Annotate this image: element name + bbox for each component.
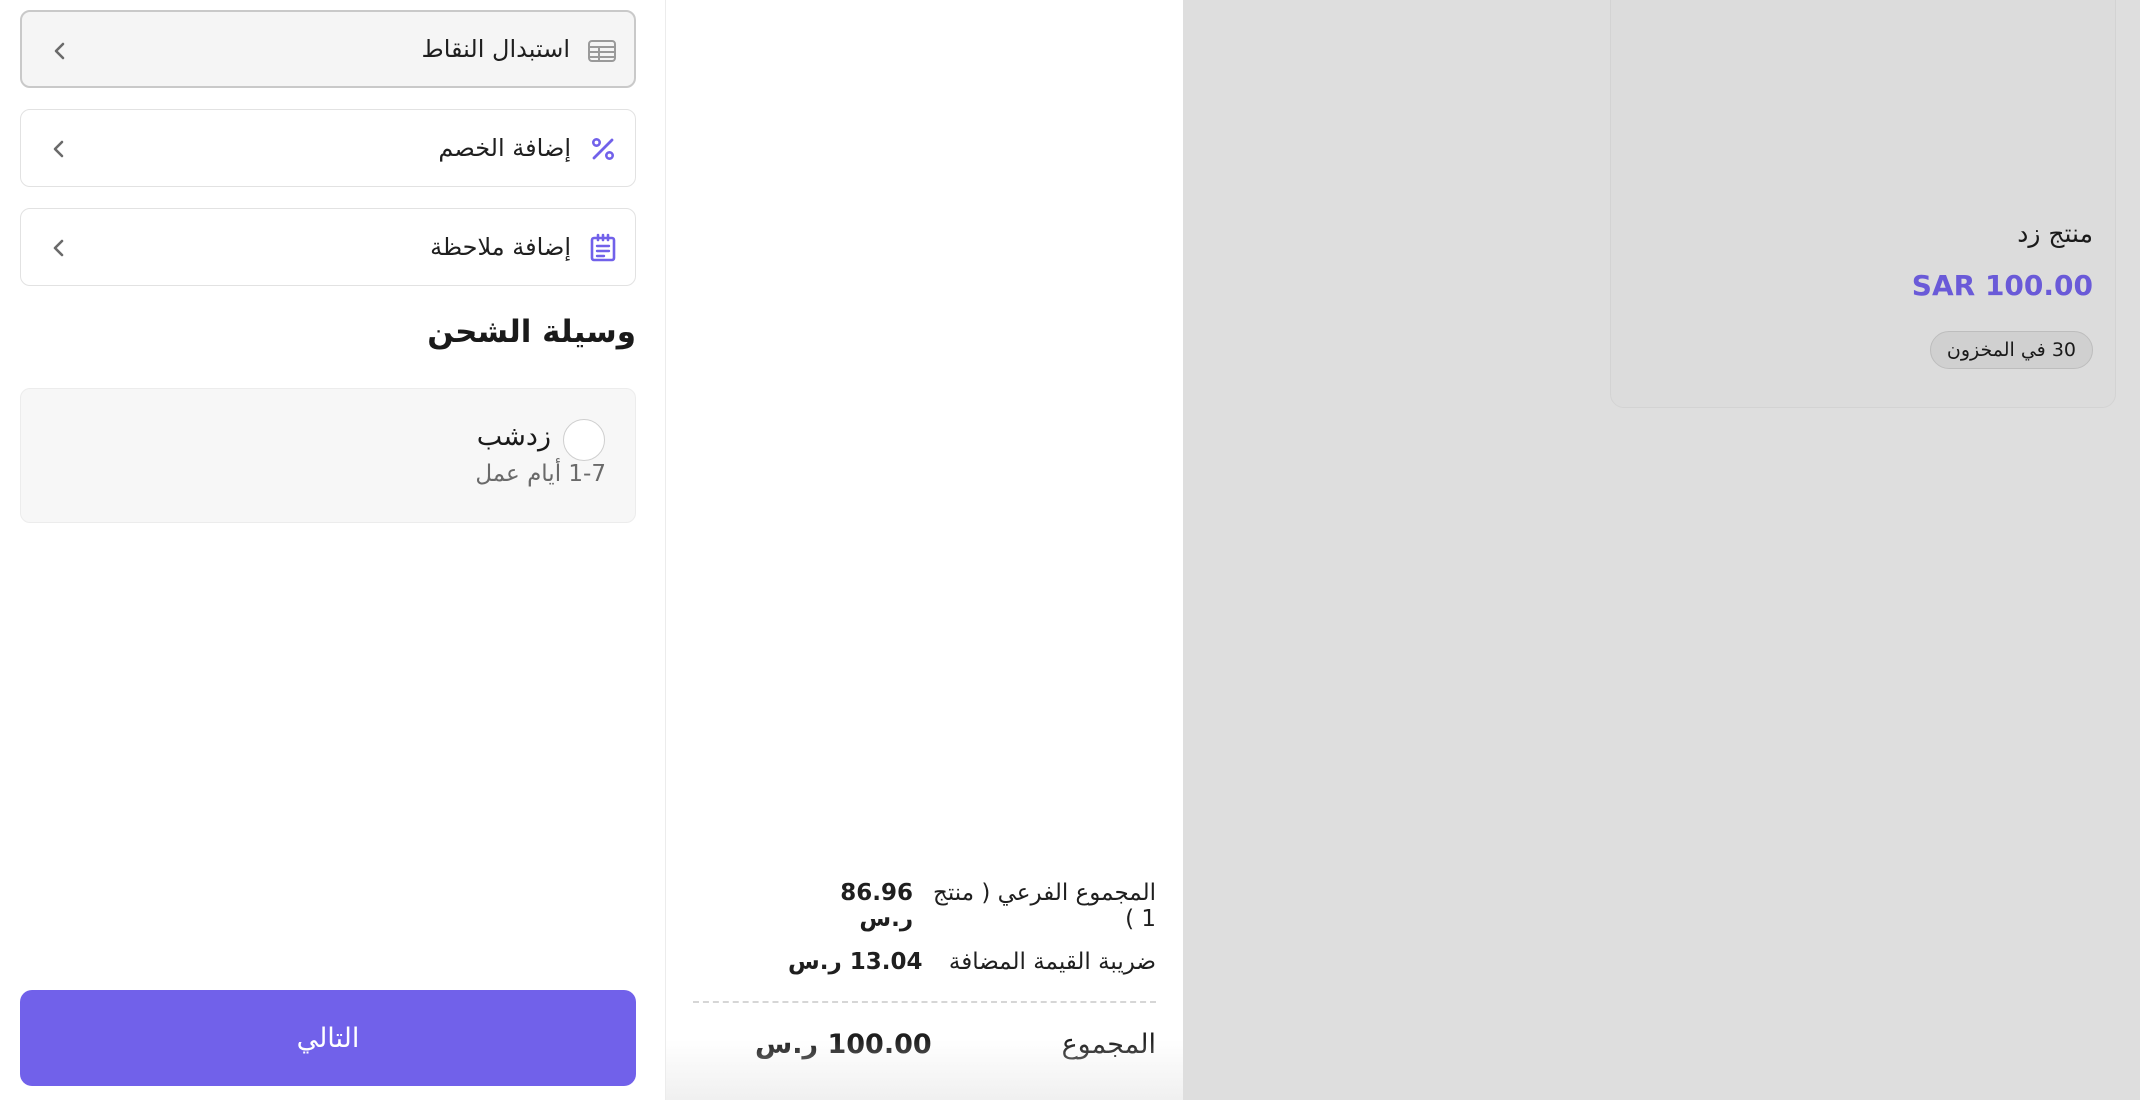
shipping-method-title: وسيلة الشحن — [427, 314, 636, 350]
note-icon — [587, 232, 619, 264]
product-grid-area: منتج زد SAR 100.00 30 في المخزون — [1183, 0, 2140, 1100]
next-button[interactable]: التالي — [20, 990, 636, 1086]
shipping-method-name: زدشب — [476, 421, 551, 452]
points-table-icon — [586, 35, 618, 67]
product-name: منتج زد — [2017, 219, 2093, 248]
shipping-option-card[interactable]: زدشب 1-7 أيام عمل — [20, 388, 636, 523]
product-price: SAR 100.00 — [1911, 269, 2093, 302]
redeem-points-label: استبدال النقاط — [421, 35, 570, 63]
add-discount-row[interactable]: إضافة الخصم — [20, 109, 636, 187]
bottom-shadow — [666, 1040, 1183, 1100]
stock-badge: 30 في المخزون — [1929, 331, 2093, 369]
vat-row: ضريبة القيمة المضافة 13.04 ر.س — [693, 942, 1156, 982]
chevron-left-icon — [46, 37, 74, 65]
checkout-options-panel: استبدال النقاط إضافة الخصم إضافة ملاحظة … — [0, 0, 665, 1100]
redeem-points-row[interactable]: استبدال النقاط — [20, 10, 636, 88]
add-discount-label: إضافة الخصم — [438, 134, 571, 162]
percent-icon — [587, 133, 619, 165]
summary-divider — [693, 1001, 1156, 1003]
product-card[interactable]: منتج زد SAR 100.00 30 في المخزون — [1610, 0, 2116, 408]
vat-value: 13.04 ر.س — [788, 949, 923, 975]
shipping-radio[interactable] — [563, 419, 605, 461]
chevron-left-icon — [45, 234, 73, 262]
subtotal-label: المجموع الفرعي ( منتج 1 ) — [932, 880, 1156, 932]
subtotal-row: المجموع الفرعي ( منتج 1 ) 86.96 ر.س — [693, 880, 1156, 932]
add-note-label: إضافة ملاحظة — [430, 233, 571, 261]
order-summary-panel: المجموع الفرعي ( منتج 1 ) 86.96 ر.س ضريب… — [665, 0, 1183, 1100]
vat-label: ضريبة القيمة المضافة — [948, 949, 1156, 975]
add-note-row[interactable]: إضافة ملاحظة — [20, 208, 636, 286]
subtotal-value: 86.96 ر.س — [840, 880, 914, 932]
shipping-method-time: 1-7 أيام عمل — [475, 461, 606, 487]
chevron-left-icon — [45, 135, 73, 163]
